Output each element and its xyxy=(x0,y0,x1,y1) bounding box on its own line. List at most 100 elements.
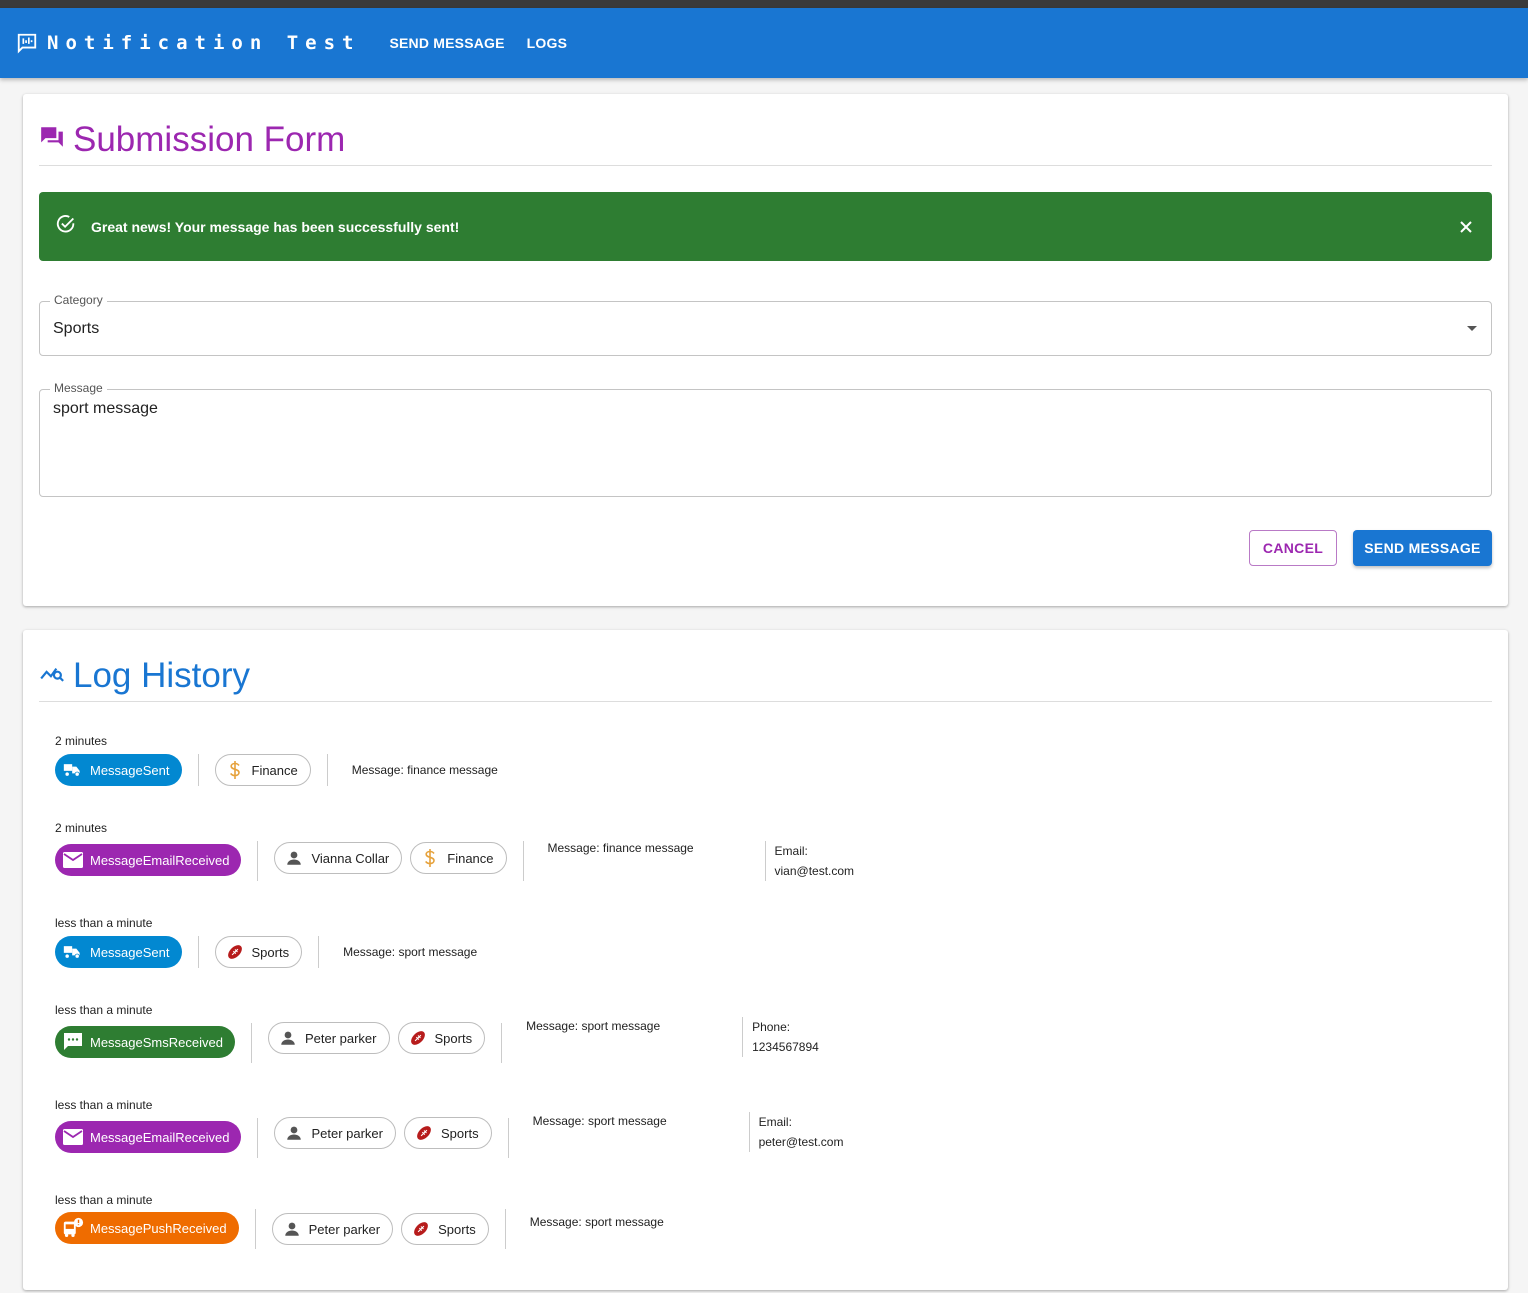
contact-value: vian@test.com xyxy=(774,864,855,878)
event-name: MessageEmailReceived xyxy=(90,1129,230,1145)
alert-message: Great news! Your message has been succes… xyxy=(91,218,460,235)
user-chip[interactable]: Peter parker xyxy=(267,1022,390,1054)
category-name: Sports xyxy=(441,1125,479,1141)
category-name: Sports xyxy=(434,1030,473,1046)
category-chip[interactable]: Finance xyxy=(214,754,311,786)
category-name: Finance xyxy=(251,762,298,778)
event-name: MessageSent xyxy=(90,762,170,778)
category-name: Sports xyxy=(251,944,290,960)
event-chip[interactable]: MessageEmailReceived xyxy=(55,1121,242,1153)
log-time: less than a minute xyxy=(55,1193,153,1207)
divider xyxy=(522,841,524,881)
football-icon xyxy=(413,1122,435,1144)
log-time: less than a minute xyxy=(55,1098,153,1112)
push-notification-icon xyxy=(62,1217,84,1239)
success-alert: Great news! Your message has been succes… xyxy=(39,192,1492,261)
user-name: Peter parker xyxy=(311,1125,383,1141)
person-icon xyxy=(283,1122,305,1144)
log-time: 2 minutes xyxy=(55,734,108,748)
event-chip[interactable]: MessageSent xyxy=(55,754,182,786)
contact-label: Email: xyxy=(758,1115,792,1129)
email-icon xyxy=(62,849,84,871)
send-message-button[interactable]: SEND MESSAGE xyxy=(1353,530,1492,566)
log-time: 2 minutes xyxy=(55,821,108,835)
log-message: Message: sport message xyxy=(343,945,478,959)
user-name: Peter parker xyxy=(304,1030,377,1046)
category-value: Sports xyxy=(53,320,100,337)
divider xyxy=(507,1118,509,1158)
person-icon xyxy=(277,1027,299,1049)
user-chip[interactable]: Vianna Collar xyxy=(274,842,403,874)
event-chip[interactable]: MessageSent xyxy=(55,936,182,968)
app-bar: Notification Test SEND MESSAGE LOGS xyxy=(0,8,1528,78)
submission-form-header: Submission Form xyxy=(39,114,1492,166)
nav-logs[interactable]: LOGS xyxy=(516,35,578,51)
app-title: Notification Test xyxy=(47,32,361,54)
category-name: Finance xyxy=(447,850,494,866)
divider xyxy=(197,754,199,786)
category-select[interactable]: Category Sports xyxy=(39,293,1492,356)
log-message: Message: sport message xyxy=(526,1019,661,1033)
log-time: less than a minute xyxy=(55,1003,153,1017)
user-name: Vianna Collar xyxy=(311,850,390,866)
contact-value: 1234567894 xyxy=(752,1040,819,1054)
message-value: sport message xyxy=(53,400,158,417)
user-chip[interactable]: Peter parker xyxy=(274,1117,396,1149)
event-name: MessageSent xyxy=(90,944,170,960)
window-top-strip xyxy=(0,0,1528,8)
category-chip[interactable]: Sports xyxy=(404,1117,492,1149)
category-chip[interactable]: Sports xyxy=(214,936,303,968)
person-icon xyxy=(283,847,305,869)
category-name: Sports xyxy=(438,1221,476,1237)
log-message: Message: finance message xyxy=(547,841,694,855)
submission-form-title: Submission Form xyxy=(73,119,346,159)
divider xyxy=(257,1118,259,1158)
log-message: Message: finance message xyxy=(351,763,498,777)
divider xyxy=(250,1023,252,1063)
dollar-icon xyxy=(224,759,246,781)
category-chip[interactable]: Finance xyxy=(410,842,507,874)
user-chip[interactable]: Peter parker xyxy=(271,1213,394,1245)
check-circle-icon xyxy=(55,213,77,240)
football-icon xyxy=(407,1027,429,1049)
contact-value: peter@test.com xyxy=(758,1135,844,1149)
category-chip[interactable]: Sports xyxy=(401,1213,489,1245)
divider xyxy=(501,1023,503,1063)
log-history-title: Log History xyxy=(73,655,251,695)
event-chip[interactable]: MessageSmsReceived xyxy=(55,1026,235,1058)
divider xyxy=(318,936,320,968)
football-icon xyxy=(410,1218,432,1240)
delivery-icon xyxy=(62,759,84,781)
delivery-icon xyxy=(62,941,84,963)
arrow-drop-down-icon xyxy=(1467,326,1477,331)
event-chip[interactable]: MessageEmailReceived xyxy=(55,844,242,876)
log-time: less than a minute xyxy=(55,916,153,930)
log-message: Message: sport message xyxy=(532,1114,667,1128)
contact-info: Phone: 1234567894 xyxy=(742,1017,819,1057)
divider xyxy=(197,936,199,968)
log-message: Message: sport message xyxy=(529,1215,664,1229)
log-history-card: Log History 2 minutes MessageSent Financ… xyxy=(23,630,1508,1290)
divider xyxy=(504,1209,506,1249)
email-icon xyxy=(62,1126,84,1148)
event-name: MessageSmsReceived xyxy=(90,1034,223,1050)
log-history-header: Log History xyxy=(39,650,1492,702)
contact-info: Email: vian@test.com xyxy=(764,841,855,881)
message-textarea[interactable]: Message sport message xyxy=(39,381,1492,497)
football-icon xyxy=(224,941,246,963)
event-chip[interactable]: MessagePushReceived xyxy=(55,1212,239,1244)
dollar-icon xyxy=(419,847,441,869)
event-name: MessagePushReceived xyxy=(90,1220,227,1236)
feedback-icon xyxy=(16,32,38,54)
close-icon[interactable] xyxy=(1456,217,1476,237)
category-chip[interactable]: Sports xyxy=(397,1022,486,1054)
user-name: Peter parker xyxy=(308,1221,381,1237)
query-stats-icon xyxy=(39,660,65,691)
category-label: Category xyxy=(50,293,107,307)
message-label: Message xyxy=(50,381,107,395)
contact-label: Phone: xyxy=(752,1020,791,1034)
divider xyxy=(257,841,259,881)
contact-info: Email: peter@test.com xyxy=(748,1112,844,1152)
nav-send-message[interactable]: SEND MESSAGE xyxy=(378,35,515,51)
cancel-button[interactable]: CANCEL xyxy=(1249,530,1337,566)
